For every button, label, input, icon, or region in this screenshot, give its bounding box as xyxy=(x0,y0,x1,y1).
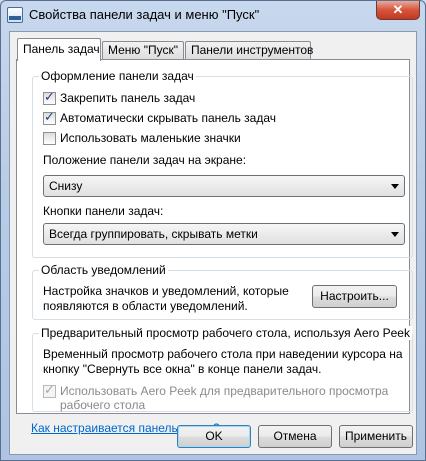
autohide-label: Автоматически скрывать панель задач xyxy=(60,111,277,125)
aero-peek-checkbox-label-line1: Использовать Aero Peek для предварительн… xyxy=(60,384,389,398)
taskbar-buttons-value: Всегда группировать, скрывать метки xyxy=(49,227,258,241)
close-button[interactable]: ✕ xyxy=(376,1,420,20)
cancel-button[interactable]: Отмена xyxy=(258,425,332,448)
notification-group-label: Область уведомлений xyxy=(39,263,168,277)
notification-group: Область уведомлений Настройка значков и … xyxy=(32,263,413,320)
tab-taskbar[interactable]: Панель задач xyxy=(17,38,101,61)
tab-start-menu[interactable]: Меню "Пуск" xyxy=(102,41,184,60)
aero-peek-group: Предварительный просмотр рабочего стола,… xyxy=(32,326,413,412)
taskbar-location-label: Положение панели задач на экране: xyxy=(43,153,247,167)
tab-toolbars[interactable]: Панели инструментов xyxy=(185,41,313,60)
small-icons-label: Использовать маленькие значки xyxy=(60,131,241,145)
tab-panel: Оформление панели задач Закрепить панель… xyxy=(16,59,413,435)
checkbox-checked-icon xyxy=(43,90,56,105)
chevron-down-icon xyxy=(391,184,399,189)
taskbar-location-value: Снизу xyxy=(49,179,83,193)
dialog-window: Свойства панели задач и меню "Пуск" ✕ Па… xyxy=(0,0,426,461)
dialog-body: Панель задач Меню "Пуск" Панели инструме… xyxy=(9,31,417,455)
checkbox-checked-icon xyxy=(43,110,56,125)
aero-peek-description-line2: кнопку "Свернуть все окна" в конце панел… xyxy=(43,362,322,376)
ok-button[interactable]: OK xyxy=(177,425,251,448)
customize-button[interactable]: Настроить... xyxy=(312,285,397,308)
taskbar-buttons-dropdown[interactable]: Всегда группировать, скрывать метки xyxy=(43,223,405,245)
aero-peek-description-line1: Временный просмотр рабочего стола при на… xyxy=(43,347,403,361)
lock-taskbar-label: Закрепить панель задач xyxy=(60,91,196,105)
taskbar-buttons-label: Кнопки панели задач: xyxy=(43,204,164,218)
aero-peek-group-label: Предварительный просмотр рабочего стола,… xyxy=(39,326,412,340)
notification-description-line1: Настройка значков и уведомлений, которые xyxy=(43,284,289,298)
notification-description-line2: появляются в области уведомлений. xyxy=(43,299,248,313)
chevron-down-icon xyxy=(391,232,399,237)
title-bar[interactable]: Свойства панели задач и меню "Пуск" ✕ xyxy=(1,1,425,29)
checkbox-unchecked-icon xyxy=(43,132,56,145)
apply-button[interactable]: Применить xyxy=(339,425,413,448)
aero-peek-checkbox-label-line2: рабочего стола xyxy=(60,398,146,412)
window-title: Свойства панели задач и меню "Пуск" xyxy=(29,7,260,22)
taskbar-location-dropdown[interactable]: Снизу xyxy=(43,175,405,197)
checkbox-checked-disabled-icon xyxy=(43,383,56,398)
appearance-group: Оформление панели задач Закрепить панель… xyxy=(32,69,413,258)
appearance-group-label: Оформление панели задач xyxy=(39,69,196,83)
taskbar-icon xyxy=(7,7,23,23)
